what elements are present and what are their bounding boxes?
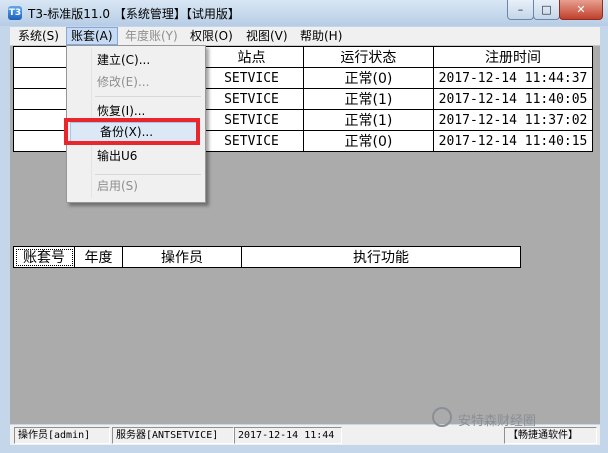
cell-time: 2017-12-14 11:37:02 [433,109,593,131]
status-datetime: 2017-12-14 11:44 [234,427,342,444]
menu-separator [95,174,201,175]
column-header-status[interactable]: 运行状态 [302,46,435,68]
cell-time: 2017-12-14 11:40:15 [433,130,593,152]
menu-help[interactable]: 帮助(H) [296,28,346,44]
cell-status: 正常(1) [302,109,435,131]
cell-time: 2017-12-14 11:44:37 [433,67,593,89]
menu-view[interactable]: 视图(V) [242,28,292,44]
cell-site: SETVICE [199,67,304,89]
column-header-site[interactable]: 站点 [199,46,304,68]
status-empty [342,427,502,444]
window-title: T3-标准版11.0 【系统管理】【试用版】 [28,7,240,21]
menu-bar: 系统(S) 账套(A) 年度账(Y) 权限(O) 视图(V) 帮助(H) [10,27,600,46]
menu-system[interactable]: 系统(S) [14,28,63,44]
app-window: T3 T3-标准版11.0 【系统管理】【试用版】 – □ ✕ 系统(S) 账套… [0,0,608,453]
status-company: 【畅捷通软件】 [504,427,597,444]
menu-separator [95,96,201,97]
column-header-account-no[interactable]: 账套号 [13,246,75,268]
highlight-box [64,118,200,145]
column-header-reg-time[interactable]: 注册时间 [433,46,593,68]
close-button[interactable]: ✕ [559,0,603,20]
cell-status: 正常(0) [302,130,435,152]
maximize-button[interactable]: □ [533,0,560,20]
operation-log-table: 账套号 年度 操作员 执行功能 [13,246,521,268]
menu-item-export-u6[interactable]: 输出U6 [97,146,137,166]
menu-item-enable[interactable]: 启用(S) [97,176,138,196]
title-bar[interactable]: T3 T3-标准版11.0 【系统管理】【试用版】 – □ ✕ [0,0,608,26]
cell-site: SETVICE [199,130,304,152]
column-header-operator[interactable]: 操作员 [122,246,242,268]
status-operator: 操作员[admin] [14,427,110,444]
app-icon: T3 [8,6,22,20]
wechat-icon [432,407,452,427]
watermark-text: 安特森财经圈 [458,414,537,429]
menu-account[interactable]: 账套(A) [66,27,118,45]
menu-permission[interactable]: 权限(O) [186,28,237,44]
status-server: 服务器[ANTSETVICE] [112,427,234,444]
cell-status: 正常(0) [302,67,435,89]
menu-item-create[interactable]: 建立(C)... [97,50,150,70]
cell-site: SETVICE [199,109,304,131]
cell-site: SETVICE [199,88,304,110]
cell-status: 正常(1) [302,88,435,110]
menu-item-modify[interactable]: 修改(E)... [97,72,149,92]
column-header-function[interactable]: 执行功能 [241,246,521,268]
menu-year-account[interactable]: 年度账(Y) [121,28,182,44]
column-header-year[interactable]: 年度 [74,246,123,268]
minimize-button[interactable]: – [507,0,534,20]
cell-time: 2017-12-14 11:40:05 [433,88,593,110]
